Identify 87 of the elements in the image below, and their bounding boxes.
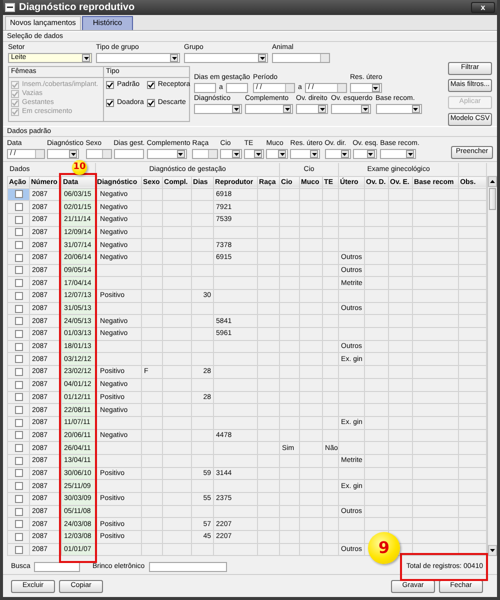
caret-icon: [256, 152, 261, 156]
checkbox[interactable]: [14, 190, 22, 198]
checkbox[interactable]: [14, 546, 22, 554]
scroll-thumb[interactable]: [489, 188, 496, 210]
checkbox[interactable]: [14, 266, 22, 274]
checkbox[interactable]: [14, 444, 22, 452]
checkbox[interactable]: [14, 342, 22, 351]
window-icon: [5, 3, 15, 12]
close-button[interactable]: x: [471, 2, 495, 13]
dropdown-field[interactable]: [96, 53, 180, 63]
dropdown-field[interactable]: [245, 104, 293, 114]
dropdown-field[interactable]: [47, 149, 79, 159]
checkbox[interactable]: [14, 532, 22, 541]
checkbox[interactable]: [14, 317, 22, 326]
input-field[interactable]: [34, 562, 80, 572]
dropdown-field[interactable]: [376, 104, 422, 114]
scroll-up-icon: [490, 180, 496, 183]
check-icon: [148, 82, 154, 88]
dropdown-field[interactable]: [290, 149, 320, 159]
scroll-down-icon: [490, 549, 496, 552]
check-icon: [107, 100, 113, 106]
caret-icon: [408, 152, 413, 156]
caret-icon: [413, 108, 418, 110]
check-icon: [148, 100, 154, 106]
dropdown-field[interactable]: [266, 149, 288, 159]
caret-icon: [284, 108, 290, 110]
checkbox[interactable]: [14, 456, 22, 465]
caret-icon: [70, 152, 76, 156]
checkbox[interactable]: [14, 418, 22, 427]
checkbox[interactable]: [14, 508, 22, 516]
dropdown-field[interactable]: [350, 83, 382, 93]
check-icon: [107, 82, 113, 88]
checkbox[interactable]: [14, 203, 22, 212]
checkbox[interactable]: [106, 81, 114, 90]
window-title: Diagnóstico reprodutivo: [19, 2, 135, 14]
caret-icon: [178, 152, 184, 156]
input-field[interactable]: [272, 53, 330, 63]
caret-icon: [234, 152, 239, 156]
checkbox[interactable]: [14, 228, 22, 236]
caret-icon: [234, 108, 238, 110]
dropdown-field[interactable]: [352, 149, 377, 159]
input-field[interactable]: [194, 83, 216, 93]
checkbox[interactable]: [14, 292, 22, 300]
caret-icon: [368, 152, 374, 156]
checkbox[interactable]: [14, 431, 22, 440]
caret-icon: [373, 86, 378, 90]
dropdown-field[interactable]: [146, 149, 187, 159]
checkbox[interactable]: [106, 99, 114, 108]
input-field[interactable]: [148, 562, 227, 572]
checkbox[interactable]: [14, 406, 22, 414]
dropdown-field[interactable]: [380, 149, 416, 159]
caret-icon: [320, 108, 324, 110]
input-field[interactable]: [114, 149, 144, 159]
caret-icon: [362, 108, 368, 110]
caret-icon: [260, 56, 264, 60]
dropdown-field[interactable]: [184, 53, 268, 63]
input-field[interactable]: [86, 149, 112, 159]
caret-icon: [342, 152, 348, 156]
checkbox[interactable]: [14, 520, 22, 528]
dropdown-field[interactable]: [331, 104, 371, 114]
checkbox[interactable]: [14, 304, 22, 313]
input-field[interactable]: [226, 83, 248, 93]
checkbox[interactable]: [146, 81, 155, 90]
checkbox[interactable]: [14, 482, 22, 490]
checkbox[interactable]: [14, 254, 22, 262]
checkbox[interactable]: [14, 393, 22, 402]
caret-icon: [280, 152, 285, 156]
dropdown-field[interactable]: [324, 149, 351, 159]
checkbox[interactable]: [14, 368, 22, 376]
dropdown-field[interactable]: [244, 149, 264, 159]
caret-icon: [84, 56, 88, 60]
caret-icon: [312, 152, 317, 156]
input-field[interactable]: [192, 149, 218, 159]
checkbox[interactable]: [14, 494, 22, 503]
checkbox[interactable]: [14, 469, 22, 478]
checkbox[interactable]: [14, 380, 22, 389]
checkbox[interactable]: [14, 216, 22, 224]
checkbox[interactable]: [14, 355, 22, 364]
checkbox[interactable]: [146, 99, 155, 108]
checkbox[interactable]: [14, 241, 22, 250]
scrollbar[interactable]: [487, 176, 497, 556]
caret-icon: [172, 56, 176, 60]
checkbox[interactable]: [14, 279, 22, 288]
dropdown-field[interactable]: [220, 149, 242, 159]
dropdown-field[interactable]: [296, 104, 328, 114]
dropdown-field[interactable]: [194, 104, 242, 114]
checkbox[interactable]: [14, 330, 22, 338]
